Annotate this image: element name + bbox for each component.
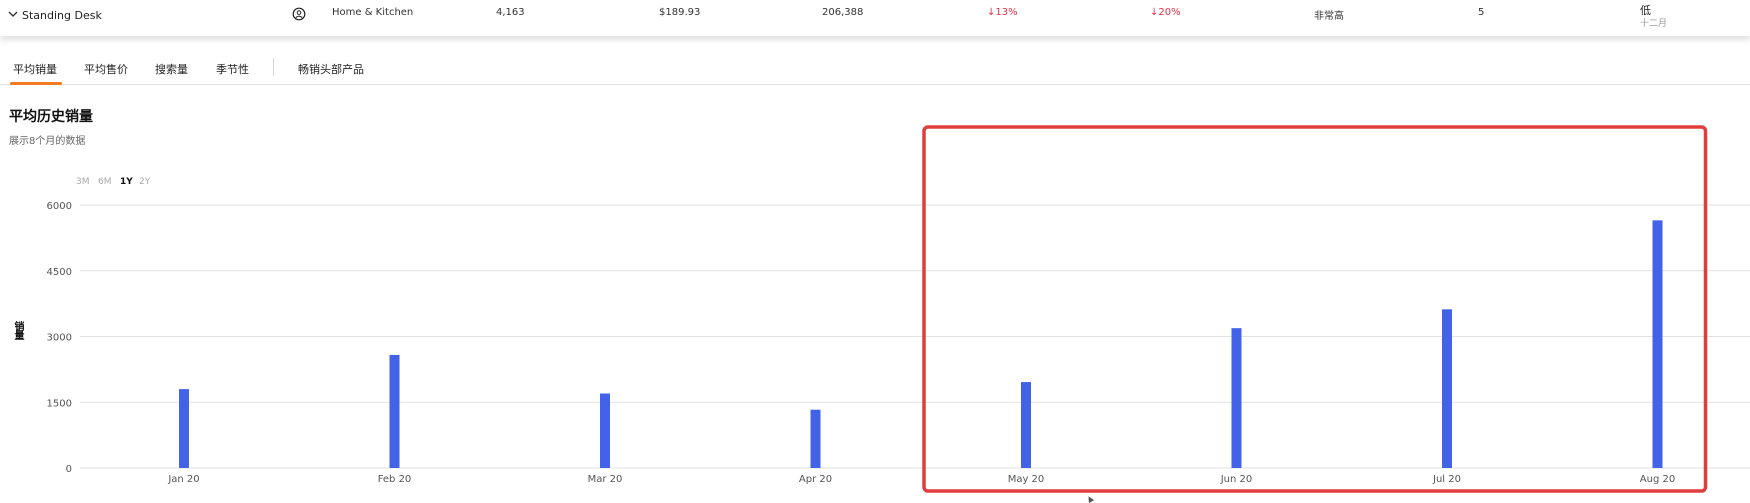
- sales-bar-chart: 0 1500 3000 4500 6000 Jan 20 Feb 20 Mar 20 Apr 2…: [47, 125, 1750, 493]
- x-tick-label: Jul 20: [1432, 474, 1461, 485]
- y-tick-label: 3000: [47, 333, 72, 344]
- bar: [1442, 309, 1452, 468]
- x-tick-label: Feb 20: [378, 474, 412, 485]
- x-tick-label: Jun 20: [1220, 474, 1253, 485]
- y-tick-label: 4500: [47, 267, 72, 278]
- x-tick-label: Jan 20: [167, 474, 199, 485]
- bar: [179, 389, 189, 468]
- highlight-box: [922, 125, 1708, 493]
- y-tick-label: 6000: [47, 201, 72, 212]
- bar: [1231, 328, 1242, 468]
- bar: [600, 393, 610, 468]
- bar: [389, 354, 400, 468]
- x-tick-label: Aug 20: [1640, 474, 1675, 485]
- y-tick-label: 1500: [47, 398, 72, 409]
- x-tick-label: May 20: [1008, 474, 1045, 485]
- bar: [810, 409, 821, 468]
- x-tick-label: Apr 20: [799, 474, 832, 485]
- y-tick-label: 0: [66, 464, 72, 475]
- bar: [1021, 382, 1031, 468]
- bar: [1652, 220, 1663, 468]
- x-tick-label: Mar 20: [588, 474, 623, 485]
